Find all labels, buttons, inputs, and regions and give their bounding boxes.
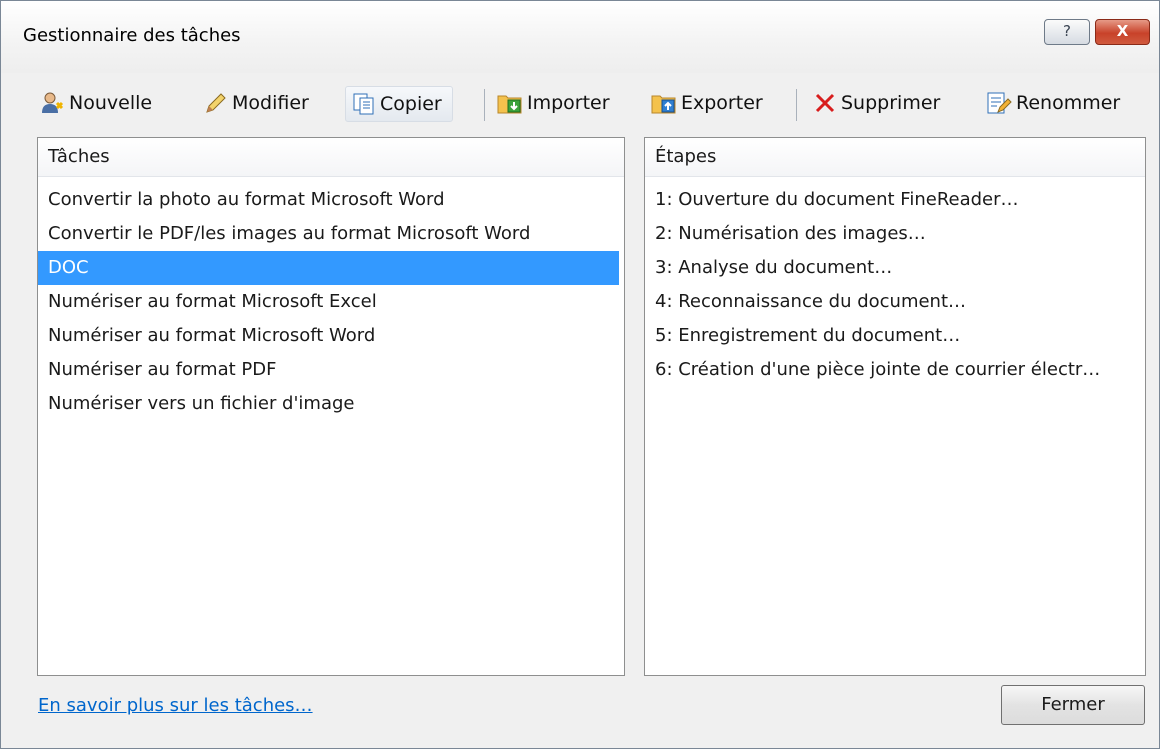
edit-button[interactable]: Modifier — [204, 86, 309, 120]
steps-list: 1: Ouverture du document FineReader… 2: … — [645, 177, 1145, 387]
step-item[interactable]: 3: Analyse du document… — [645, 251, 1145, 285]
rename-button[interactable]: Renommer — [986, 86, 1120, 120]
task-item[interactable]: Convertir le PDF/les images au format Mi… — [38, 217, 624, 251]
learn-more-link[interactable]: En savoir plus sur les tâches… — [38, 695, 313, 716]
export-button[interactable]: Exporter — [651, 86, 763, 120]
help-button[interactable]: ? — [1044, 19, 1090, 45]
step-item[interactable]: 4: Reconnaissance du document… — [645, 285, 1145, 319]
pencil-icon — [206, 93, 226, 113]
new-label: Nouvelle — [69, 92, 153, 114]
step-item[interactable]: 2: Numérisation des images… — [645, 217, 1145, 251]
export-label: Exporter — [681, 92, 763, 114]
tasks-column-header[interactable]: Tâches — [38, 138, 624, 177]
task-item[interactable]: Numériser vers un fichier d'image — [38, 387, 624, 421]
window-title: Gestionnaire des tâches — [23, 25, 241, 46]
steps-panel: Étapes 1: Ouverture du document FineRead… — [644, 137, 1146, 676]
edit-label: Modifier — [232, 92, 309, 114]
copy-icon — [353, 93, 374, 115]
task-item[interactable]: Numériser au format Microsoft Word — [38, 319, 624, 353]
task-item[interactable]: Numériser au format PDF — [38, 353, 624, 387]
toolbar-separator — [484, 89, 485, 121]
close-icon: X — [1116, 22, 1129, 40]
step-item[interactable]: 6: Création d'une pièce jointe de courri… — [645, 353, 1145, 387]
copy-button[interactable]: Copier — [345, 86, 453, 122]
rename-label: Renommer — [1016, 92, 1121, 114]
export-folder-icon — [651, 95, 676, 114]
delete-button[interactable]: Supprimer — [813, 86, 940, 120]
task-item[interactable]: Numériser au format Microsoft Excel — [38, 285, 624, 319]
import-button[interactable]: Importer — [497, 86, 610, 120]
import-label: Importer — [527, 92, 610, 114]
delete-label: Supprimer — [841, 92, 941, 114]
copy-label: Copier — [380, 93, 442, 115]
toolbar: Nouvelle Modifier Copier Importer Export… — [1, 77, 1159, 127]
step-item[interactable]: 1: Ouverture du document FineReader… — [645, 183, 1145, 217]
task-manager-dialog: Gestionnaire des tâches ? X Nouvelle Mod… — [0, 0, 1160, 749]
steps-column-header[interactable]: Étapes — [645, 138, 1145, 177]
import-folder-icon — [497, 95, 522, 114]
rename-icon — [987, 92, 1012, 114]
tasks-list: Convertir la photo au format Microsoft W… — [38, 177, 624, 421]
help-icon: ? — [1063, 22, 1071, 40]
toolbar-separator — [796, 89, 797, 121]
title-bar: Gestionnaire des tâches ? X — [1, 1, 1159, 73]
task-item[interactable]: Convertir la photo au format Microsoft W… — [38, 183, 624, 217]
task-item-selected[interactable]: DOC — [38, 251, 619, 285]
new-button[interactable]: Nouvelle — [41, 86, 152, 120]
new-user-icon — [42, 92, 64, 113]
window-close-button[interactable]: X — [1095, 19, 1150, 45]
delete-x-icon — [815, 93, 835, 113]
step-item[interactable]: 5: Enregistrement du document… — [645, 319, 1145, 353]
close-button[interactable]: Fermer — [1001, 685, 1145, 725]
tasks-panel: Tâches Convertir la photo au format Micr… — [37, 137, 625, 676]
